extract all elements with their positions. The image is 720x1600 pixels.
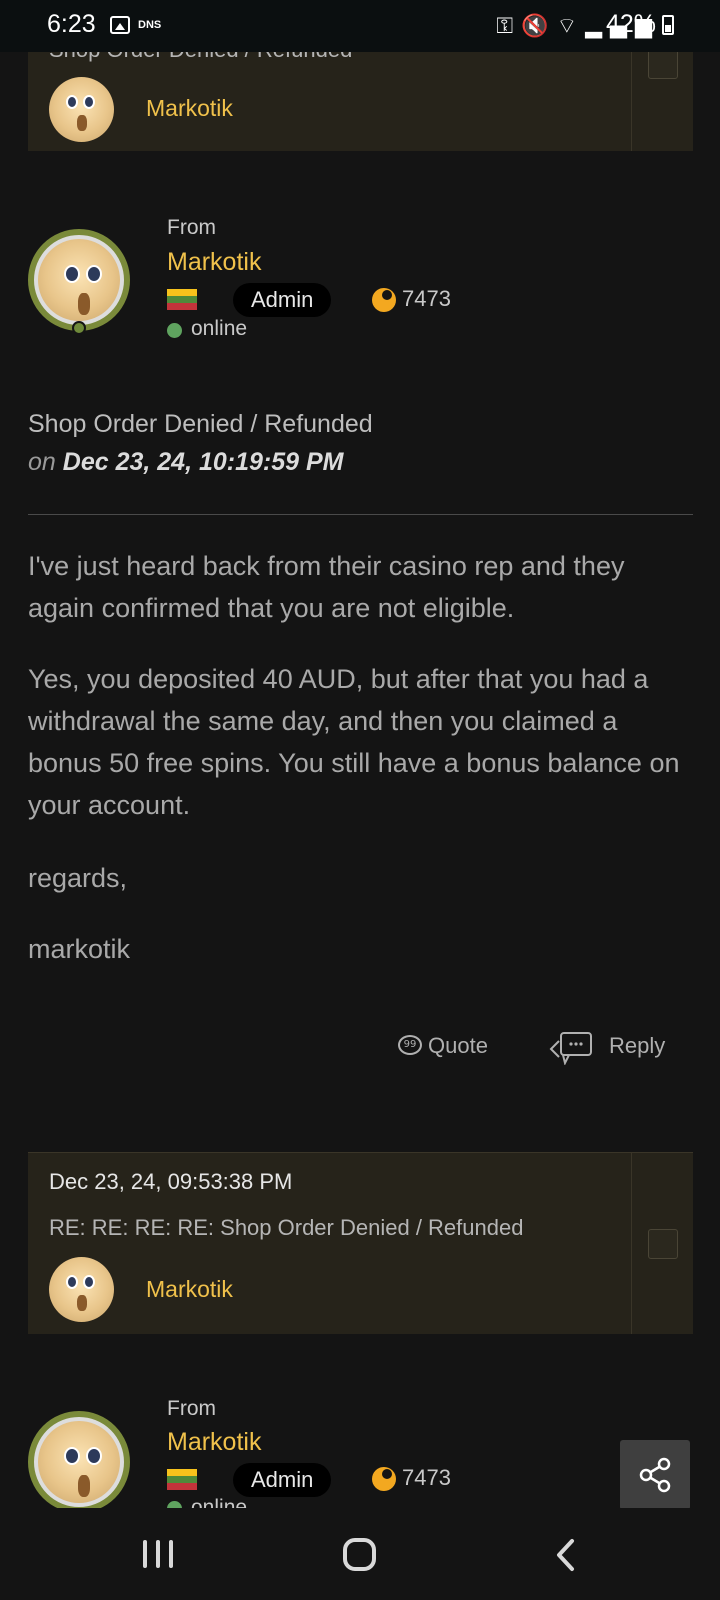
divider bbox=[28, 514, 693, 515]
country-flag-icon bbox=[167, 1469, 197, 1490]
card-date: Dec 23, 24, 09:53:38 PM bbox=[49, 1169, 293, 1194]
points-count: 7473 bbox=[402, 286, 451, 311]
dns-label: DNS bbox=[138, 19, 162, 31]
share-icon bbox=[639, 1457, 671, 1493]
post-date: on Dec 23, 24, 10:19:59 PM bbox=[28, 448, 344, 477]
author-avatar[interactable] bbox=[28, 1411, 130, 1513]
recent-apps-icon[interactable] bbox=[143, 1540, 173, 1568]
from-label: From bbox=[167, 216, 216, 239]
online-indicator bbox=[72, 321, 86, 335]
author-name[interactable]: Markotik bbox=[167, 248, 261, 277]
quote-icon[interactable]: 99 bbox=[398, 1035, 422, 1055]
navigation-bar bbox=[0, 1508, 720, 1600]
author-avatar[interactable] bbox=[28, 229, 130, 335]
message-card[interactable]: Dec 23, 24, 09:53:38 PM RE: RE: RE: RE: … bbox=[28, 1152, 693, 1334]
points-count: 7473 bbox=[402, 1465, 451, 1490]
from-label: From bbox=[167, 1397, 216, 1420]
share-button[interactable] bbox=[620, 1440, 690, 1510]
post-subject: Shop Order Denied / Refunded bbox=[28, 410, 373, 438]
quote-button[interactable]: Quote bbox=[428, 1033, 488, 1059]
date-value: Dec 23, 24, 10:19:59 PM bbox=[62, 448, 344, 476]
coin-icon bbox=[372, 288, 396, 312]
post-paragraph: regards, bbox=[28, 863, 128, 893]
post-paragraph: Yes, you deposited 40 AUD, but after tha… bbox=[28, 664, 680, 820]
date-prefix: on bbox=[28, 448, 56, 476]
role-badge: Admin bbox=[233, 1463, 332, 1497]
online-status: online bbox=[191, 317, 248, 340]
post-paragraph: markotik bbox=[28, 934, 131, 964]
back-icon[interactable] bbox=[554, 1538, 576, 1572]
card-author[interactable]: Markotik bbox=[146, 1276, 233, 1303]
status-bar: 6:23 DNS ⚿🔇⌔▂▄▆ 42% bbox=[0, 0, 720, 52]
avatar[interactable] bbox=[49, 1257, 114, 1322]
battery-icon bbox=[662, 15, 674, 35]
online-dot-icon bbox=[167, 323, 182, 338]
select-column bbox=[631, 1153, 693, 1334]
mute-icon: 🔇 bbox=[521, 14, 557, 39]
gallery-icon bbox=[110, 16, 130, 34]
coin-icon bbox=[372, 1467, 396, 1491]
home-icon[interactable] bbox=[343, 1538, 376, 1571]
select-checkbox[interactable] bbox=[648, 49, 678, 79]
role-badge: Admin bbox=[233, 283, 332, 317]
avatar[interactable] bbox=[49, 77, 114, 142]
author-name[interactable]: Markotik bbox=[167, 1428, 261, 1457]
card-subject: RE: RE: RE: RE: Shop Order Denied / Refu… bbox=[49, 1215, 524, 1240]
key-icon: ⚿ bbox=[496, 14, 522, 39]
card-author[interactable]: Markotik bbox=[146, 95, 233, 122]
status-time: 6:23 bbox=[47, 10, 96, 38]
reply-button[interactable]: Reply bbox=[609, 1033, 665, 1059]
select-checkbox[interactable] bbox=[648, 1229, 678, 1259]
battery-percent: 42% bbox=[606, 10, 657, 38]
post-paragraph: I've just heard back from their casino r… bbox=[28, 551, 625, 623]
country-flag-icon bbox=[167, 289, 197, 310]
reply-icon[interactable] bbox=[549, 1031, 593, 1065]
wifi-icon: ⌔ bbox=[556, 14, 586, 39]
